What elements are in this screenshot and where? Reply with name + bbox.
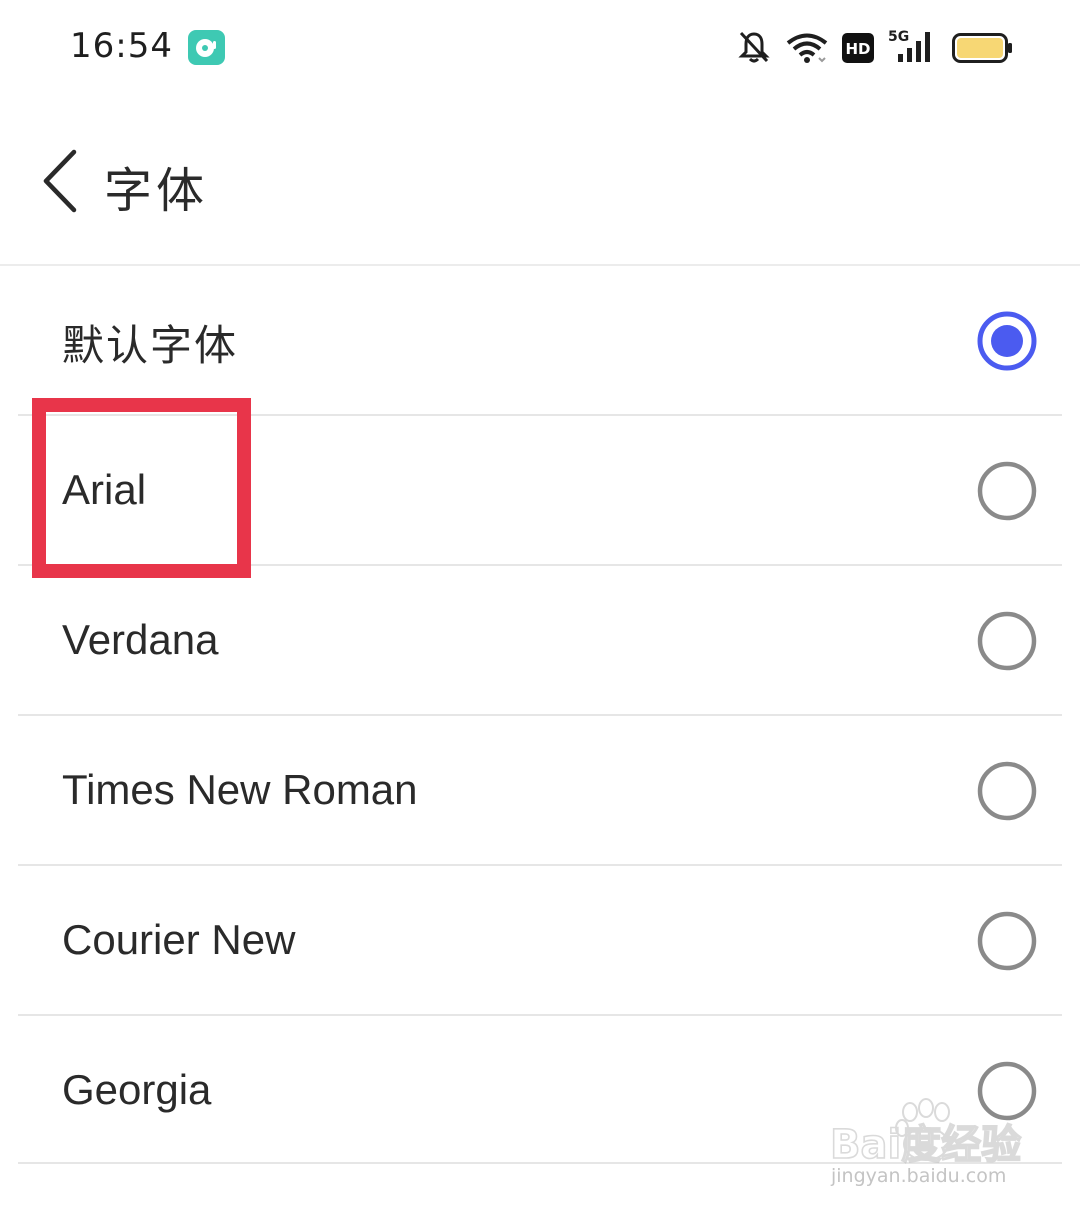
hd-label: HD (845, 40, 870, 58)
hd-icon: HD (842, 33, 874, 63)
font-option-default[interactable]: 默认字体 (18, 266, 1062, 416)
watermark-logo-text: Bai度经验 (830, 1122, 1021, 1168)
radio-selected-icon[interactable] (976, 310, 1038, 372)
chevron-left-icon[interactable] (38, 148, 86, 214)
mute-icon (738, 31, 770, 63)
font-option-label: Georgia (62, 1066, 212, 1113)
header: 字体 (0, 96, 1080, 266)
battery-icon (952, 33, 1012, 63)
signal-5g-icon: 5G (888, 29, 930, 62)
radio-unselected-icon[interactable] (976, 760, 1038, 822)
radio-unselected-icon[interactable] (976, 460, 1038, 522)
font-option-list: 默认字体 Arial Verdana Times New Roman Couri… (18, 266, 1062, 1164)
network-label: 5G (888, 29, 909, 45)
radio-unselected-icon[interactable] (976, 610, 1038, 672)
font-option-label: 默认字体 (62, 321, 239, 370)
radio-unselected-icon[interactable] (976, 910, 1038, 972)
font-option-arial[interactable]: Arial (18, 416, 1062, 566)
watermark-url: jingyan.baidu.com (831, 1165, 1007, 1187)
font-option-times-new-roman[interactable]: Times New Roman (18, 716, 1062, 866)
font-option-label: Verdana (62, 616, 219, 663)
app-notification-icon (188, 30, 225, 65)
page-title: 字体 (104, 163, 209, 219)
font-option-label: Times New Roman (62, 766, 418, 813)
font-option-verdana[interactable]: Verdana (18, 566, 1062, 716)
font-option-label: Arial (62, 466, 147, 513)
font-option-courier-new[interactable]: Courier New (18, 866, 1062, 1016)
status-bar: 16:54 HD 5G (0, 0, 1080, 96)
wifi-icon (786, 33, 828, 63)
status-time: 16:54 (70, 26, 173, 66)
font-option-label: Courier New (62, 916, 296, 963)
